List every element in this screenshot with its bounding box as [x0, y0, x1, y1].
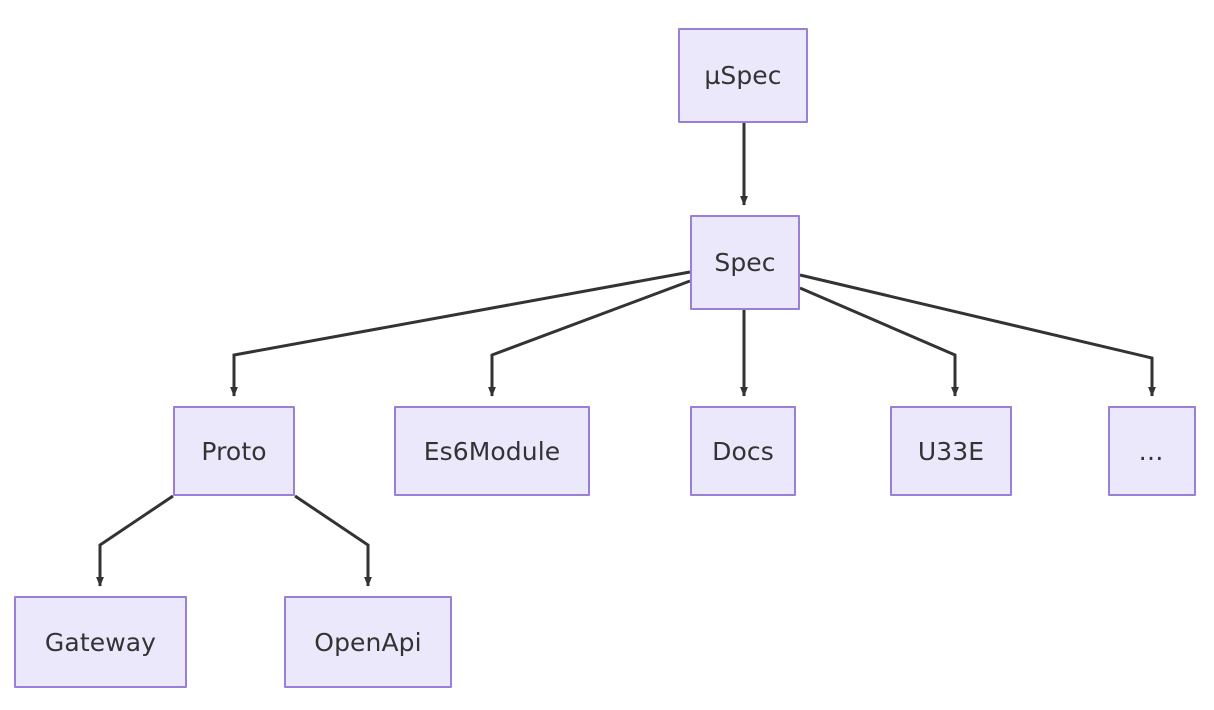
node-label-openapi: OpenApi — [314, 627, 422, 657]
node-uspec[interactable]: µSpec — [678, 28, 808, 123]
node-label-uspec: µSpec — [704, 61, 782, 90]
node-openapi[interactable]: OpenApi — [284, 596, 452, 688]
edge-spec-to-es6module — [488, 279, 691, 397]
edge-spec-to-ellipsis — [799, 273, 1156, 397]
node-label-ellipsis: … — [1138, 436, 1166, 466]
node-docs[interactable]: Docs — [690, 406, 796, 496]
node-proto[interactable]: Proto — [173, 406, 295, 496]
node-es6module[interactable]: Es6Module — [394, 406, 590, 496]
edge-spec-to-proto — [230, 270, 691, 397]
edge-spec-to-u33e — [799, 286, 959, 397]
edge-group — [96, 123, 1156, 587]
node-label-u33e: U33E — [917, 436, 985, 466]
node-ellipsis[interactable]: … — [1108, 406, 1196, 496]
node-spec[interactable]: Spec — [690, 215, 800, 310]
node-label-spec: Spec — [714, 248, 776, 277]
node-label-es6module: Es6Module — [423, 436, 561, 466]
node-label-proto: Proto — [201, 436, 267, 466]
edge-proto-to-openapi — [294, 494, 372, 587]
edge-proto-to-gateway — [96, 494, 174, 587]
node-u33e[interactable]: U33E — [890, 406, 1012, 496]
node-label-docs: Docs — [712, 436, 774, 466]
node-label-gateway: Gateway — [44, 627, 157, 657]
node-gateway[interactable]: Gateway — [14, 596, 187, 688]
flowchart-diagram: µSpec Spec Proto Es6Module Docs U33E … Gateway O… — [0, 0, 1214, 710]
